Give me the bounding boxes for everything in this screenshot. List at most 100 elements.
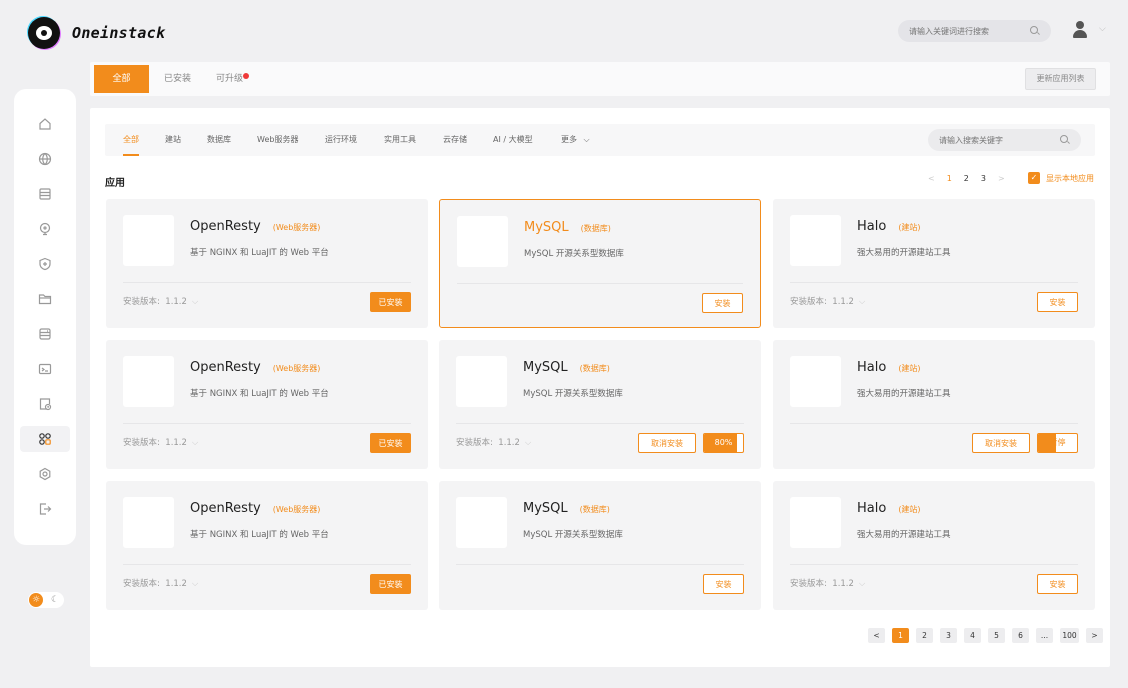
theme-toggle[interactable]: ☼ ☾ <box>28 592 64 608</box>
home-icon[interactable] <box>20 111 70 137</box>
app-description: 基于 NGINX 和 LuaJIT 的 Web 平台 <box>190 248 329 258</box>
cancel-install-button[interactable]: 取消安装 <box>972 433 1030 453</box>
app-card[interactable]: Halo (建站) 强大易用的开源建站工具 安装版本: 1.1.2 ⌵ 安装 <box>773 199 1095 328</box>
app-card[interactable]: MySQL (数据库) MySQL 开源关系型数据库 安装 <box>439 199 761 328</box>
pause-button[interactable]: 暂停 <box>1037 433 1078 453</box>
app-name: Halo (建站) <box>857 501 921 516</box>
category-runtime[interactable]: 运行环境 <box>325 124 357 156</box>
app-card[interactable]: OpenResty (Web服务器) 基于 NGINX 和 LuaJIT 的 Web… <box>106 340 428 469</box>
pagination-page[interactable]: 5 <box>988 628 1005 643</box>
app-icon <box>123 356 174 407</box>
pagination-page[interactable]: 100 <box>1060 628 1079 643</box>
app-logo[interactable]: Oneinstack <box>28 17 165 49</box>
install-button[interactable]: 安装 <box>1037 292 1078 312</box>
install-button[interactable]: 安装 <box>702 293 743 313</box>
settings-icon[interactable] <box>20 461 70 487</box>
category-storage[interactable]: 云存储 <box>443 124 467 156</box>
update-app-list-button[interactable]: 更新应用列表 <box>1025 68 1096 90</box>
app-card[interactable]: MySQL (数据库) MySQL 开源关系型数据库 安装版本: 1.1.2 ⌵ 取消安装… <box>439 340 761 469</box>
chevron-down-icon[interactable]: ⌵ <box>1099 24 1107 34</box>
pager-prev[interactable]: < <box>928 174 935 183</box>
version-label: 安装版本: <box>456 438 493 448</box>
tab-installed[interactable]: 已安装 <box>148 65 207 93</box>
pagination-page[interactable]: 1 <box>892 628 909 643</box>
version-select[interactable]: 安装版本: 1.1.2 ⌵ <box>790 577 865 589</box>
install-progress: 80% <box>703 433 744 453</box>
globe-icon[interactable] <box>20 146 70 172</box>
version-select[interactable]: 安装版本: 1.1.2 ⌵ <box>790 295 865 307</box>
server-icon[interactable] <box>20 321 70 347</box>
pager-page[interactable]: 3 <box>981 174 986 183</box>
tab-upgradable[interactable]: 可升级 <box>200 65 259 93</box>
moon-icon[interactable]: ☾ <box>48 593 62 607</box>
user-avatar-icon[interactable] <box>1071 20 1089 40</box>
pagination: < 1 2 3 4 5 6 ... 100 > <box>868 628 1103 643</box>
pager-next[interactable]: > <box>998 174 1005 183</box>
app-category-tag: (Web服务器) <box>272 505 321 514</box>
shield-icon[interactable] <box>20 251 70 277</box>
checkbox-icon[interactable]: ✓ <box>1028 172 1040 184</box>
category-more-label: 更多 <box>561 135 577 144</box>
app-card[interactable]: OpenResty (Web服务器) 基于 NGINX 和 LuaJIT 的 Web… <box>106 481 428 610</box>
pager-page[interactable]: 2 <box>964 174 969 183</box>
version-value: 1.1.2 <box>498 438 520 448</box>
folder-icon[interactable] <box>20 286 70 312</box>
category-ai[interactable]: AI / 大模型 <box>493 124 533 156</box>
tab-all[interactable]: 全部 <box>94 65 149 93</box>
pager-page[interactable]: 1 <box>947 174 952 183</box>
category-web-server[interactable]: Web服务器 <box>257 124 298 156</box>
version-select[interactable]: 安装版本: 1.1.2 ⌵ <box>123 295 198 307</box>
pagination-ellipsis: ... <box>1036 628 1053 643</box>
mini-pager: < 1 2 3 > <box>928 174 1005 183</box>
app-card[interactable]: Halo (建站) 强大易用的开源建站工具 取消安装 暂停 <box>773 340 1095 469</box>
app-card[interactable]: MySQL (数据库) MySQL 开源关系型数据库 安装 <box>439 481 761 610</box>
app-description: MySQL 开源关系型数据库 <box>523 389 623 399</box>
installed-button[interactable]: 已安装 <box>370 574 411 594</box>
apps-icon[interactable] <box>20 426 70 452</box>
logout-icon[interactable] <box>20 496 70 522</box>
version-select[interactable]: 安装版本: 1.1.2 ⌵ <box>123 577 198 589</box>
search-icon[interactable] <box>1030 26 1040 36</box>
app-card[interactable]: OpenResty (Web服务器) 基于 NGINX 和 LuaJIT 的 Web… <box>106 199 428 328</box>
app-description: 强大易用的开源建站工具 <box>857 248 951 258</box>
category-tools[interactable]: 实用工具 <box>384 124 416 156</box>
category-all[interactable]: 全部 <box>123 124 139 156</box>
pagination-page[interactable]: 4 <box>964 628 981 643</box>
pagination-next[interactable]: > <box>1086 628 1103 643</box>
sun-icon[interactable]: ☼ <box>29 593 43 607</box>
version-select[interactable]: 安装版本: 1.1.2 ⌵ <box>123 436 198 448</box>
terminal-icon[interactable] <box>20 356 70 382</box>
category-database[interactable]: 数据库 <box>207 124 231 156</box>
app-name: MySQL (数据库) <box>523 501 610 516</box>
installed-button[interactable]: 已安装 <box>370 433 411 453</box>
chevron-down-icon: ⌵ <box>191 297 199 307</box>
app-search[interactable] <box>928 129 1081 151</box>
app-card[interactable]: Halo (建站) 强大易用的开源建站工具 安装版本: 1.1.2 ⌵ 安装 <box>773 481 1095 610</box>
chevron-down-icon: ⌵ <box>583 135 590 144</box>
monitor-icon[interactable] <box>20 216 70 242</box>
install-button[interactable]: 安装 <box>1037 574 1078 594</box>
status-tabs: 全部 已安装 可升级 更新应用列表 <box>90 62 1110 96</box>
install-button[interactable]: 安装 <box>703 574 744 594</box>
pagination-page[interactable]: 6 <box>1012 628 1029 643</box>
version-select[interactable]: 安装版本: 1.1.2 ⌵ <box>456 436 531 448</box>
pagination-page[interactable]: 2 <box>916 628 933 643</box>
card-divider <box>790 564 1078 565</box>
global-search[interactable] <box>898 20 1051 42</box>
app-search-input[interactable] <box>939 135 1054 145</box>
search-icon[interactable] <box>1060 135 1070 145</box>
cancel-install-button[interactable]: 取消安装 <box>638 433 696 453</box>
installed-button[interactable]: 已安装 <box>370 292 411 312</box>
category-more[interactable]: 更多 ⌵ <box>561 124 590 156</box>
pagination-page[interactable]: 3 <box>940 628 957 643</box>
app-icon <box>457 216 508 267</box>
schedule-icon[interactable] <box>20 391 70 417</box>
logo-icon <box>28 17 60 49</box>
global-search-input[interactable] <box>909 26 1024 36</box>
category-site[interactable]: 建站 <box>165 124 181 156</box>
database-icon[interactable] <box>20 181 70 207</box>
pagination-prev[interactable]: < <box>868 628 885 643</box>
chevron-down-icon: ⌵ <box>858 297 866 307</box>
show-local-apps-toggle[interactable]: ✓ 显示本地应用 <box>1028 172 1094 184</box>
app-category-tag: (建站) <box>898 364 921 373</box>
